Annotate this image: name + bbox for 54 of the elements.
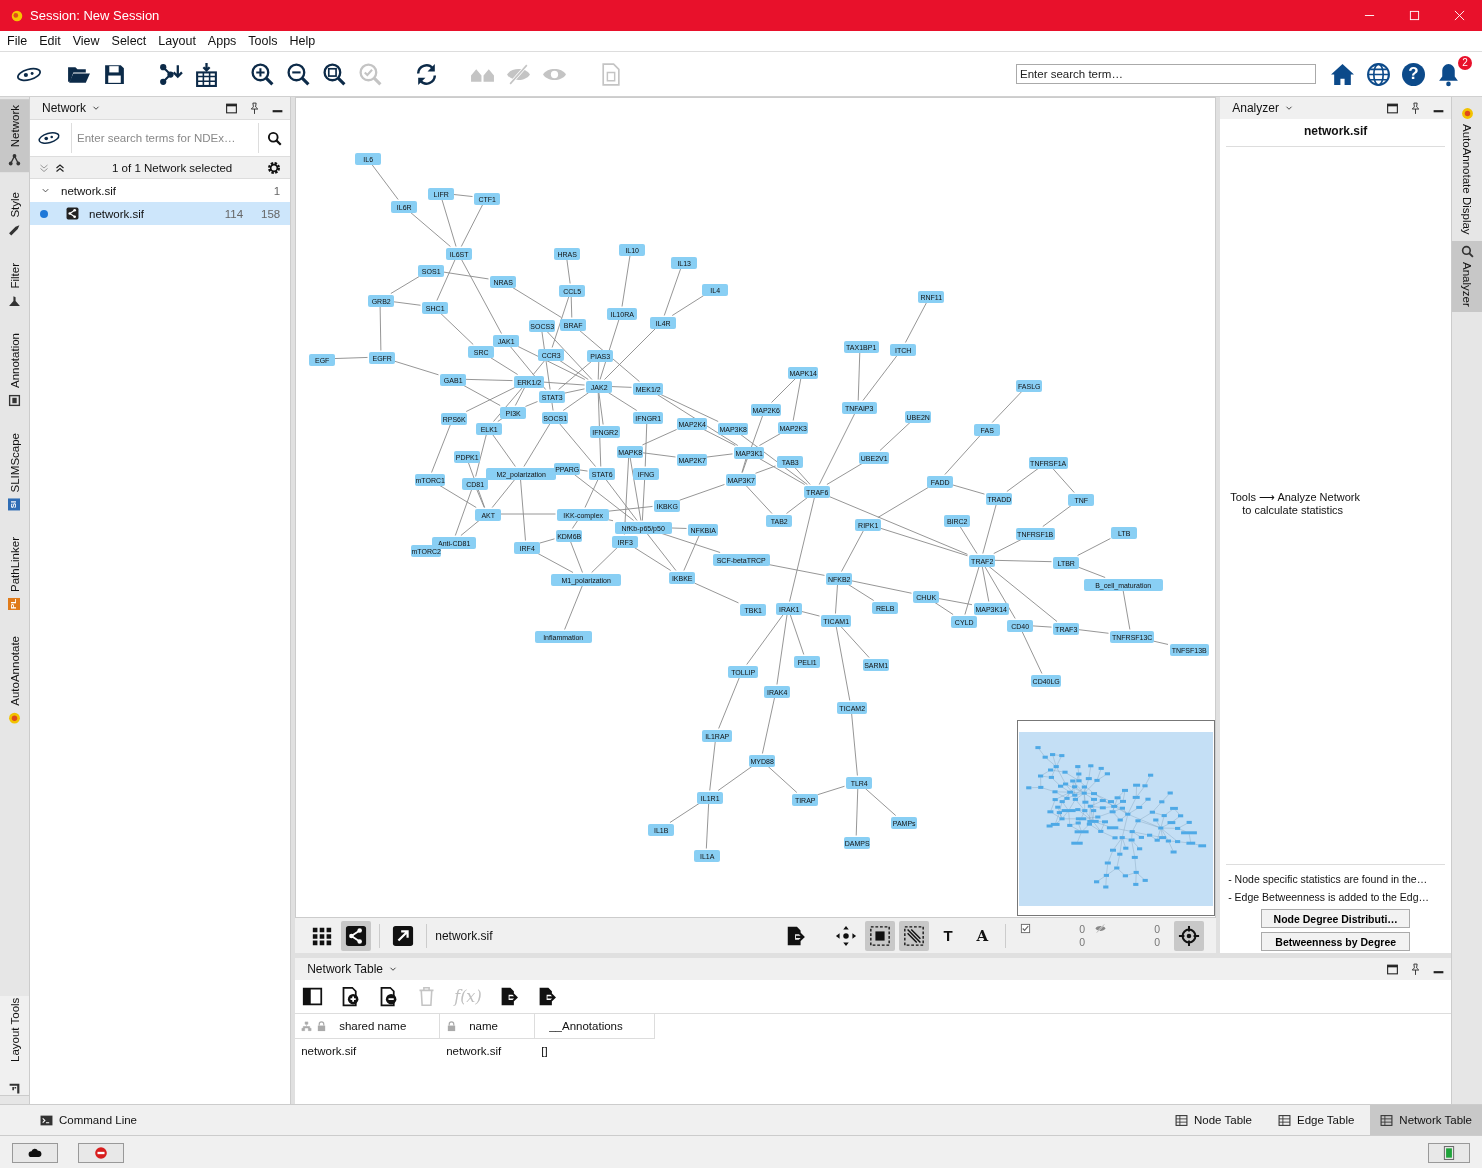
table-cell: [] — [541, 1045, 548, 1057]
chart-button[interactable]: Betweenness by Degree — [1261, 932, 1411, 951]
note-text: - Node specific statistics are found in the… — [1228, 873, 1429, 885]
text-tool-button[interactable]: A — [967, 920, 998, 951]
side-tab[interactable]: Analyzer — [1452, 240, 1482, 313]
chart-button[interactable]: Node Degree Distributi… — [1261, 909, 1411, 928]
menu-item[interactable]: Layout — [152, 34, 202, 48]
layout-tools-tab[interactable]: Layout Tools — [0, 996, 29, 1096]
network-name: network.sif — [435, 928, 493, 943]
selected-count: 0 — [1079, 935, 1086, 949]
network-title: network.sif — [1226, 119, 1446, 147]
column-header[interactable]: shared name — [339, 1020, 407, 1032]
app-tab[interactable]: PL PathLinker — [0, 530, 29, 616]
panel-title[interactable]: Network — [42, 101, 86, 115]
app-badge: Sl — [8, 498, 21, 511]
hint-text: Tools ⟶ Analyze Network — [1230, 491, 1361, 504]
menu-item[interactable]: Tools — [242, 34, 284, 48]
menu-item[interactable]: Edit — [33, 34, 67, 48]
app-tab[interactable]: Sl SLIMScape — [0, 427, 29, 517]
annotation-tab[interactable]: Annotation — [0, 327, 29, 414]
hidden-count: 0 — [1154, 922, 1161, 936]
search-field[interactable]: Enter search term… — [1016, 64, 1316, 84]
command-line-tab[interactable]: Command Line — [40, 1105, 147, 1135]
panel-title[interactable]: Network Table — [307, 962, 384, 976]
selected-count: 0 — [1079, 922, 1086, 936]
selection-status: 1 of 1 Network selected — [112, 161, 233, 174]
menu-item[interactable]: Select — [105, 34, 153, 48]
note-text: - Edge Betweenness is added to the Edg… — [1228, 891, 1430, 903]
collection-row[interactable]: network.sif 1 — [30, 179, 291, 202]
app-badge: PL — [8, 597, 21, 610]
table-tab[interactable]: Network Table — [1370, 1105, 1482, 1135]
table-cell: network.sif — [301, 1045, 357, 1057]
menu-item[interactable]: Apps — [201, 34, 243, 48]
column-header[interactable]: name — [469, 1020, 498, 1032]
help-button[interactable]: ? — [1402, 62, 1425, 86]
hidden-count: 0 — [1154, 935, 1161, 949]
network-tab[interactable]: Network — [0, 99, 29, 173]
network-row[interactable]: network.sif 114 158 — [30, 202, 291, 225]
text-annotation-button[interactable]: T — [933, 920, 964, 951]
table-tab[interactable]: Edge Table — [1268, 1105, 1365, 1135]
table-cell: network.sif — [446, 1045, 502, 1057]
window-title: Session: New Session — [30, 8, 160, 23]
autoannotate-tab[interactable]: AutoAnnotate — [0, 629, 29, 731]
menu-item[interactable]: Help — [283, 34, 322, 48]
side-tab[interactable]: AutoAnnotate Display — [1452, 103, 1482, 241]
column-header[interactable]: __Annotations — [549, 1020, 623, 1032]
filter-tab[interactable]: Filter — [0, 256, 29, 314]
table-tab[interactable]: Node Table — [1165, 1105, 1262, 1135]
menu-item[interactable]: File — [1, 34, 34, 48]
hint-text: to calculate statistics — [1241, 504, 1345, 516]
menu-item[interactable]: View — [66, 34, 106, 48]
notification-badge: 2 — [1458, 55, 1472, 70]
style-tab[interactable]: Style — [0, 186, 29, 243]
panel-title[interactable]: Analyzer — [1232, 101, 1279, 115]
